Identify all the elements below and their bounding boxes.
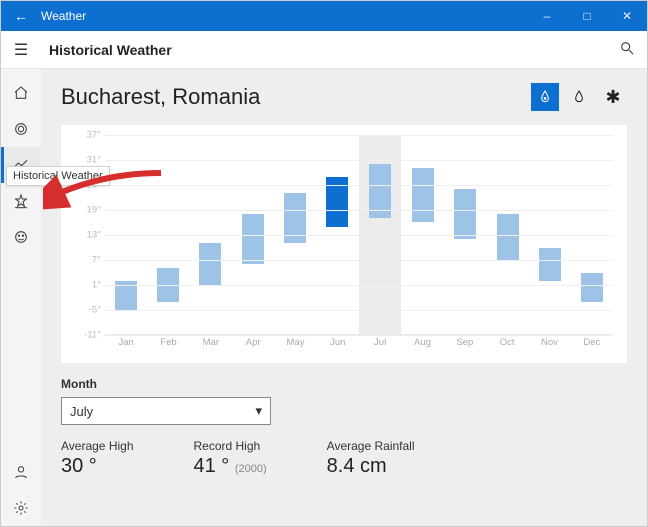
- x-tick-label: Mar: [190, 337, 232, 348]
- x-tick-label: Sep: [444, 337, 486, 348]
- temperature-chart: -11°-5°1°7°13°19°25°31°37° JanFebMarAprM…: [61, 125, 627, 363]
- y-tick-label: -11°: [84, 330, 101, 341]
- maximize-button[interactable]: □: [567, 9, 607, 23]
- x-tick-label: Dec: [571, 337, 613, 348]
- nav-account[interactable]: [1, 454, 41, 490]
- x-tick-label: Oct: [486, 337, 528, 348]
- stat-value: 8.4 cm: [327, 455, 415, 478]
- x-tick-label: Nov: [528, 337, 570, 348]
- subheader: ☰ Historical Weather: [1, 31, 647, 69]
- nav-maps[interactable]: [1, 111, 41, 147]
- x-tick-label: Aug: [401, 337, 443, 348]
- chart-x-axis: JanFebMarAprMayJunJulAugSepOctNovDec: [105, 337, 613, 348]
- month-label: Month: [61, 377, 627, 391]
- back-button[interactable]: ←: [1, 8, 41, 24]
- nav-settings[interactable]: [1, 490, 41, 526]
- titlebar: ← Weather – □ ✕: [1, 1, 647, 31]
- month-select-value: July: [70, 404, 93, 419]
- x-tick-label: Jun: [317, 337, 359, 348]
- x-tick-label: Feb: [147, 337, 189, 348]
- stat-label: Average High: [61, 439, 134, 453]
- nav-tooltip: Historical Weather: [6, 166, 110, 186]
- y-tick-label: 19°: [87, 205, 101, 216]
- stat-record-high: Record High 41 ° (2000): [194, 439, 267, 478]
- nav-home[interactable]: [1, 75, 41, 111]
- y-tick-label: 31°: [87, 155, 101, 166]
- close-button[interactable]: ✕: [607, 9, 647, 23]
- x-tick-label: Apr: [232, 337, 274, 348]
- x-tick-label: Jan: [105, 337, 147, 348]
- stat-value: 30 °: [61, 455, 134, 478]
- y-tick-label: 37°: [87, 130, 101, 141]
- location-title: Bucharest, Romania: [61, 84, 525, 110]
- stat-value: 41 ° (2000): [194, 455, 267, 478]
- y-tick-label: 13°: [87, 230, 101, 241]
- metric-rainfall-button[interactable]: [565, 83, 593, 111]
- minimize-button[interactable]: –: [527, 9, 567, 23]
- nav-news[interactable]: [1, 219, 41, 255]
- stat-label: Average Rainfall: [327, 439, 415, 453]
- stat-label: Record High: [194, 439, 267, 453]
- chart-plot-area: [105, 135, 613, 335]
- x-tick-label: May: [274, 337, 316, 348]
- hamburger-icon[interactable]: ☰: [1, 40, 41, 60]
- search-icon[interactable]: [607, 40, 647, 60]
- y-tick-label: 1°: [92, 280, 101, 291]
- content-area: Bucharest, Romania ✱ -11°-5°1°7°13°19°25…: [41, 69, 647, 526]
- page-title: Historical Weather: [49, 42, 172, 58]
- chevron-down-icon: ▾: [255, 403, 262, 419]
- y-tick-label: -5°: [89, 305, 101, 316]
- metric-temperature-button[interactable]: [531, 83, 559, 111]
- metric-snow-button[interactable]: ✱: [599, 83, 627, 111]
- month-select[interactable]: July ▾: [61, 397, 271, 425]
- stat-average-high: Average High 30 °: [61, 439, 134, 478]
- x-tick-label: Jul: [359, 337, 401, 348]
- stat-average-rainfall: Average Rainfall 8.4 cm: [327, 439, 415, 478]
- app-title: Weather: [41, 9, 86, 23]
- nav-favorites[interactable]: [1, 183, 41, 219]
- y-tick-label: 7°: [92, 255, 101, 266]
- nav-rail: [1, 69, 41, 526]
